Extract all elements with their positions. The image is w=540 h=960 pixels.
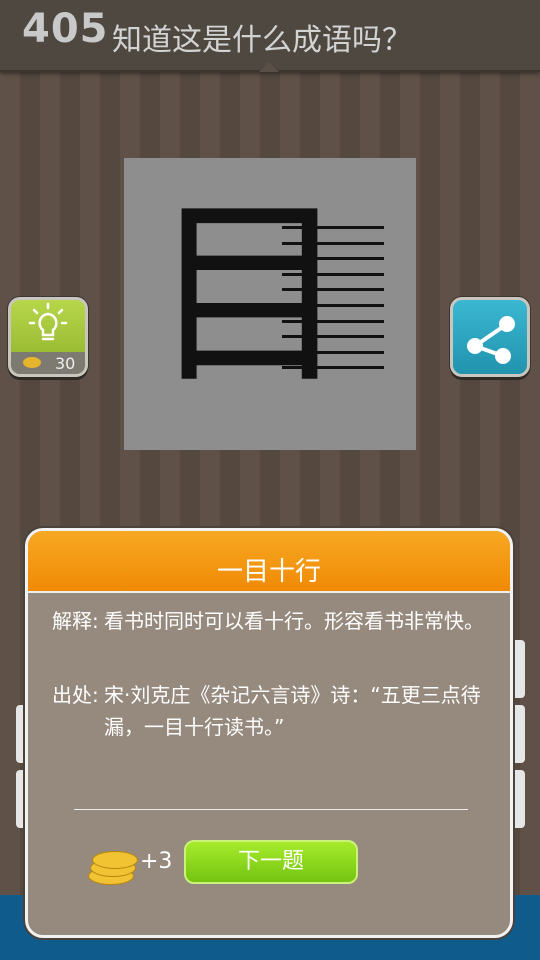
pointer-arrow (259, 62, 279, 72)
source-label: 出处: (52, 683, 99, 707)
answer-slot-right-bottom (511, 770, 525, 828)
share-icon (467, 316, 515, 364)
hint-cost: 30 (11, 352, 85, 374)
line (282, 226, 384, 229)
puzzle-image: 目 (124, 158, 416, 450)
hint-cost-value: 30 (55, 354, 76, 373)
answer-dialog: 一目十行 解释: 看书时同时可以看十行。形容看书非常快。 出处: 宋·刘克庄《杂… (25, 528, 513, 938)
question-text: 知道这是什么成语吗？ (112, 23, 412, 58)
line (282, 319, 384, 323)
hint-button[interactable]: 30 (8, 297, 88, 377)
next-question-button[interactable]: 下一题 (184, 840, 358, 884)
line (282, 335, 384, 339)
source-text: 宋·刘克庄《杂记六言诗》诗：“五更三点待漏，一目十行读书。” (104, 683, 481, 739)
coin-icon (23, 357, 41, 368)
dialog-header: 一目十行 (28, 531, 510, 593)
line (282, 257, 384, 261)
line (282, 366, 384, 370)
answer-slot-right-mid (511, 705, 525, 763)
line (282, 272, 384, 276)
line (282, 288, 384, 292)
line (282, 350, 384, 354)
idiom-title: 一目十行 (216, 557, 321, 587)
lightbulb-icon (28, 302, 68, 341)
explanation-row: 解释: 看书时同时可以看十行。形容看书非常快。 (52, 605, 492, 637)
ten-lines (282, 226, 384, 382)
level-number: 405 (22, 6, 109, 52)
source-row: 出处: 宋·刘克庄《杂记六言诗》诗：“五更三点待漏，一目十行读书。” (52, 679, 492, 743)
explanation-text: 看书时同时可以看十行。形容看书非常快。 (104, 609, 484, 633)
explanation-label: 解释: (52, 609, 99, 633)
top-bar: 405 知道这是什么成语吗？ (0, 0, 540, 72)
reward-amount: +3 (140, 849, 173, 874)
line (282, 303, 384, 307)
share-button[interactable] (450, 297, 530, 377)
line (282, 241, 384, 245)
answer-slot-right-top (511, 640, 525, 698)
divider (74, 809, 468, 810)
coin-stack-icon (88, 847, 138, 887)
